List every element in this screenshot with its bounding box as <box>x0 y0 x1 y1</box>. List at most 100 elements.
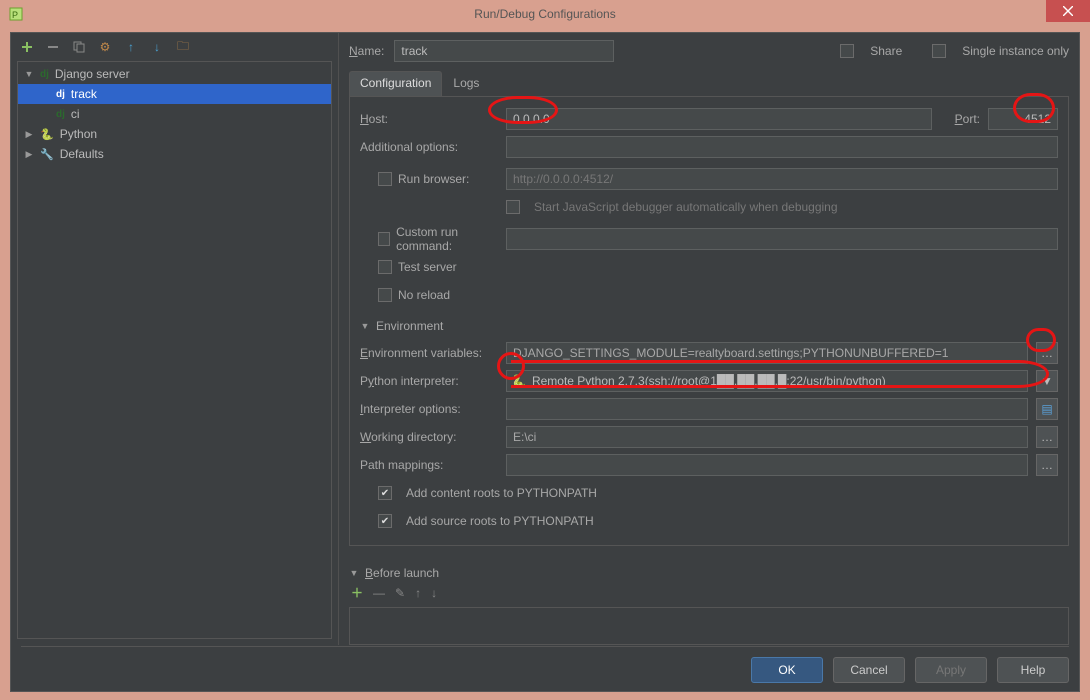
add-source-roots-checkbox[interactable] <box>378 514 392 528</box>
python-icon: 🐍 <box>511 374 526 388</box>
django-icon: dj <box>40 69 49 80</box>
env-vars-label: Environment variables: <box>360 346 498 360</box>
expand-icon: ▶ <box>24 129 34 140</box>
test-server-label: Test server <box>398 260 457 274</box>
add-source-roots-label: Add source roots to PYTHONPATH <box>406 514 594 528</box>
cancel-button[interactable]: Cancel <box>833 657 905 683</box>
bl-remove-button[interactable]: — <box>373 586 385 600</box>
tab-configuration[interactable]: Configuration <box>349 71 442 96</box>
interpreter-value: Remote Python 2.7.3(ssh://root@1██.██.██… <box>532 374 886 388</box>
run-browser-label: Run browser: <box>398 172 469 186</box>
tree-label: Python <box>60 127 97 141</box>
path-mappings-field[interactable] <box>506 454 1028 476</box>
python-interpreter-select[interactable]: 🐍 Remote Python 2.7.3(ssh://root@1██.██.… <box>506 370 1028 392</box>
settings-icon[interactable]: ⚙ <box>97 39 113 55</box>
env-vars-browse-button[interactable]: … <box>1036 342 1058 364</box>
python-icon: 🐍 <box>40 128 54 141</box>
bl-edit-button[interactable]: ✎ <box>395 586 405 600</box>
window-title: Run/Debug Configurations <box>0 7 1090 21</box>
add-content-roots-checkbox[interactable] <box>378 486 392 500</box>
chevron-down-icon: ▼ <box>360 321 370 331</box>
help-button[interactable]: Help <box>997 657 1069 683</box>
no-reload-checkbox[interactable] <box>378 288 392 302</box>
django-icon: dj <box>56 109 65 120</box>
custom-run-checkbox[interactable] <box>378 232 390 246</box>
environment-section-header[interactable]: ▼ Environment <box>360 319 1058 333</box>
config-tree: ▼ dj Django server dj track dj ci ▶ 🐍 Py… <box>17 61 332 639</box>
path-mappings-label: Path mappings: <box>360 458 498 472</box>
tree-label: Django server <box>55 67 130 81</box>
interpreter-label: Python interpreter: <box>360 374 498 388</box>
interpreter-dropdown-button[interactable]: ▼ <box>1036 370 1058 392</box>
single-instance-label: Single instance only <box>962 44 1069 58</box>
copy-config-button[interactable] <box>71 39 87 55</box>
custom-run-field[interactable] <box>506 228 1058 250</box>
before-launch-toolbar: ＋ — ✎ ↑ ↓ <box>349 580 1069 605</box>
config-toolbar: ⚙ ↑ ↓ 🗀 <box>11 33 338 61</box>
additional-options-label: Additional options: <box>360 140 498 154</box>
run-browser-url-field[interactable] <box>506 168 1058 190</box>
move-up-button[interactable]: ↑ <box>123 39 139 55</box>
tab-logs[interactable]: Logs <box>442 71 490 96</box>
configuration-panel: Host: Port: Additional options: Run brow… <box>349 97 1069 546</box>
wrench-icon: 🔧 <box>40 148 54 161</box>
name-field[interactable] <box>394 40 614 62</box>
interp-options-expand-button[interactable]: ▤ <box>1036 398 1058 420</box>
add-config-button[interactable] <box>19 39 35 55</box>
main-panel: ⚙ ↑ ↓ 🗀 ▼ dj Django server dj track dj c… <box>10 32 1080 692</box>
start-js-debugger-label: Start JavaScript debugger automatically … <box>534 200 838 214</box>
env-vars-field[interactable] <box>506 342 1028 364</box>
share-checkbox[interactable] <box>840 44 854 58</box>
tree-node-python[interactable]: ▶ 🐍 Python <box>18 124 331 144</box>
share-label: Share <box>870 44 902 58</box>
path-mappings-browse-button[interactable]: … <box>1036 454 1058 476</box>
interp-options-field[interactable] <box>506 398 1028 420</box>
before-launch-header[interactable]: ▼ Before launch <box>349 566 1069 580</box>
tree-node-track[interactable]: dj track <box>18 84 331 104</box>
titlebar: P Run/Debug Configurations <box>0 0 1090 28</box>
tree-label: Defaults <box>60 147 104 161</box>
left-pane: ⚙ ↑ ↓ 🗀 ▼ dj Django server dj track dj c… <box>11 33 339 645</box>
ok-button[interactable]: OK <box>751 657 823 683</box>
tabs: Configuration Logs <box>349 71 1069 97</box>
svg-text:P: P <box>12 10 18 20</box>
chevron-down-icon: ▼ <box>349 568 359 578</box>
bl-up-button[interactable]: ↑ <box>415 586 421 600</box>
apply-button[interactable]: Apply <box>915 657 987 683</box>
single-instance-checkbox[interactable] <box>932 44 946 58</box>
expand-icon: ▶ <box>24 149 34 160</box>
right-pane: Name: Share Single instance only Configu… <box>339 33 1079 645</box>
before-launch-list[interactable] <box>349 607 1069 645</box>
remove-config-button[interactable] <box>45 39 61 55</box>
working-dir-browse-button[interactable]: … <box>1036 426 1058 448</box>
tree-node-django-server[interactable]: ▼ dj Django server <box>18 64 331 84</box>
no-reload-label: No reload <box>398 288 450 302</box>
django-icon: dj <box>56 89 65 100</box>
run-browser-checkbox[interactable] <box>378 172 392 186</box>
tree-node-defaults[interactable]: ▶ 🔧 Defaults <box>18 144 331 164</box>
tree-label: ci <box>71 107 80 121</box>
working-dir-field[interactable] <box>506 426 1028 448</box>
working-dir-label: Working directory: <box>360 430 498 444</box>
tree-node-ci[interactable]: dj ci <box>18 104 331 124</box>
test-server-checkbox[interactable] <box>378 260 392 274</box>
folder-icon[interactable]: 🗀 <box>175 39 191 55</box>
port-field[interactable] <box>988 108 1058 130</box>
app-icon: P <box>8 6 24 22</box>
host-field[interactable] <box>506 108 932 130</box>
host-label: Host: <box>360 112 498 126</box>
move-down-button[interactable]: ↓ <box>149 39 165 55</box>
close-button[interactable] <box>1046 0 1090 22</box>
bl-down-button[interactable]: ↓ <box>431 586 437 600</box>
tree-label: track <box>71 87 97 101</box>
interp-options-label: Interpreter options: <box>360 402 498 416</box>
add-content-roots-label: Add content roots to PYTHONPATH <box>406 486 597 500</box>
before-launch-section: ▼ Before launch ＋ — ✎ ↑ ↓ <box>349 556 1069 645</box>
custom-run-label: Custom run command: <box>396 225 498 253</box>
name-row: Name: Share Single instance only <box>349 37 1069 65</box>
bl-add-button[interactable]: ＋ <box>351 584 363 601</box>
port-label: Port: <box>940 112 980 126</box>
environment-section-label: Environment <box>376 319 443 333</box>
start-js-debugger-checkbox[interactable] <box>506 200 520 214</box>
additional-options-field[interactable] <box>506 136 1058 158</box>
